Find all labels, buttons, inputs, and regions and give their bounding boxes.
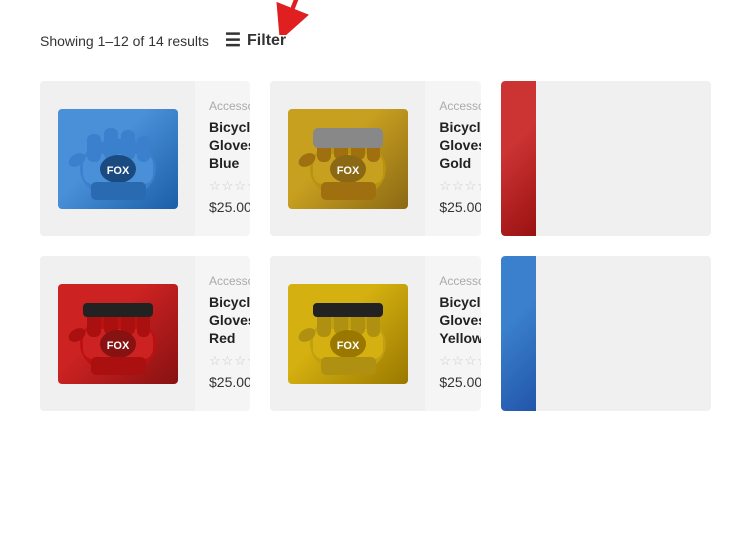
stars-red: ☆ ☆ ☆ ☆ ☆ <box>209 353 250 369</box>
product-image-blue: FOX <box>40 81 195 236</box>
product-name-yellow: Bicycle GlovesYellow <box>439 293 480 348</box>
price-red: $25.00 <box>209 374 250 390</box>
page-wrapper: Showing 1–12 of 14 results ☰ Filter <box>0 0 751 431</box>
star3: ☆ <box>465 178 477 194</box>
product-image-yellow: FOX <box>270 256 425 411</box>
star2: ☆ <box>222 178 234 194</box>
toolbar: Showing 1–12 of 14 results ☰ Filter <box>40 20 711 51</box>
glove-image-gold: FOX <box>288 109 408 209</box>
stars-yellow: ☆ ☆ ☆ ☆ ☆ <box>439 353 480 369</box>
filter-icon: ☰ <box>225 30 241 51</box>
category-blue: Accessories <box>209 99 250 113</box>
filter-label: Filter <box>247 32 286 50</box>
star3: ☆ <box>234 353 246 369</box>
svg-text:FOX: FOX <box>337 165 360 177</box>
price-gold: $25.00 <box>439 199 480 215</box>
product-card-blue[interactable]: FOX Accessories Bicycle GlovesBlue ☆ ☆ ☆… <box>40 81 250 236</box>
stars-gold: ☆ ☆ ☆ ☆ ☆ <box>439 178 480 194</box>
price-yellow: $25.00 <box>439 374 480 390</box>
product-card-gold[interactable]: FOX Accessories Bicycle GlovesGold ☆ ☆ ☆… <box>270 81 480 236</box>
glove-image-blue: FOX <box>58 109 178 209</box>
showing-text: Showing 1–12 of 14 results <box>40 33 209 49</box>
partial-image-red <box>501 81 536 236</box>
filter-button[interactable]: ☰ Filter <box>225 30 286 51</box>
glove-image-red: FOX <box>58 284 178 384</box>
star4: ☆ <box>247 178 250 194</box>
star1: ☆ <box>439 178 451 194</box>
star1: ☆ <box>209 353 221 369</box>
category-yellow: Accessories <box>439 274 480 288</box>
product-name-gold: Bicycle GlovesGold <box>439 118 480 173</box>
partial-image-blue <box>501 256 536 411</box>
star2: ☆ <box>222 353 234 369</box>
category-red: Accessories <box>209 274 250 288</box>
star4: ☆ <box>477 178 480 194</box>
partial-card-red <box>501 81 711 236</box>
product-name-blue: Bicycle GlovesBlue <box>209 118 250 173</box>
price-blue: $25.00 <box>209 199 250 215</box>
star3: ☆ <box>234 178 246 194</box>
product-image-red: FOX <box>40 256 195 411</box>
star4: ☆ <box>477 353 480 369</box>
product-name-red: Bicycle Gloves Red <box>209 293 250 348</box>
star1: ☆ <box>209 178 221 194</box>
star1: ☆ <box>439 353 451 369</box>
products-grid: FOX Accessories Bicycle GlovesBlue ☆ ☆ ☆… <box>40 81 711 411</box>
glove-image-yellow: FOX <box>288 284 408 384</box>
star4: ☆ <box>247 353 250 369</box>
product-info-gold: Accessories Bicycle GlovesGold ☆ ☆ ☆ ☆ ☆… <box>425 81 480 236</box>
product-image-gold: FOX <box>270 81 425 236</box>
svg-text:FOX: FOX <box>337 340 360 352</box>
product-info-red: Accessories Bicycle Gloves Red ☆ ☆ ☆ ☆ ☆… <box>195 256 250 411</box>
star2: ☆ <box>452 353 464 369</box>
product-info-yellow: Accessories Bicycle GlovesYellow ☆ ☆ ☆ ☆… <box>425 256 480 411</box>
star2: ☆ <box>452 178 464 194</box>
svg-text:FOX: FOX <box>106 340 129 352</box>
product-info-blue: Accessories Bicycle GlovesBlue ☆ ☆ ☆ ☆ ☆… <box>195 81 250 236</box>
product-card-red[interactable]: FOX Accessories Bicycle Gloves Red ☆ ☆ ☆… <box>40 256 250 411</box>
svg-text:FOX: FOX <box>106 165 129 177</box>
product-card-yellow[interactable]: FOX Accessories Bicycle GlovesYellow ☆ ☆… <box>270 256 480 411</box>
star3: ☆ <box>465 353 477 369</box>
partial-card-blue <box>501 256 711 411</box>
stars-blue: ☆ ☆ ☆ ☆ ☆ <box>209 178 250 194</box>
category-gold: Accessories <box>439 99 480 113</box>
